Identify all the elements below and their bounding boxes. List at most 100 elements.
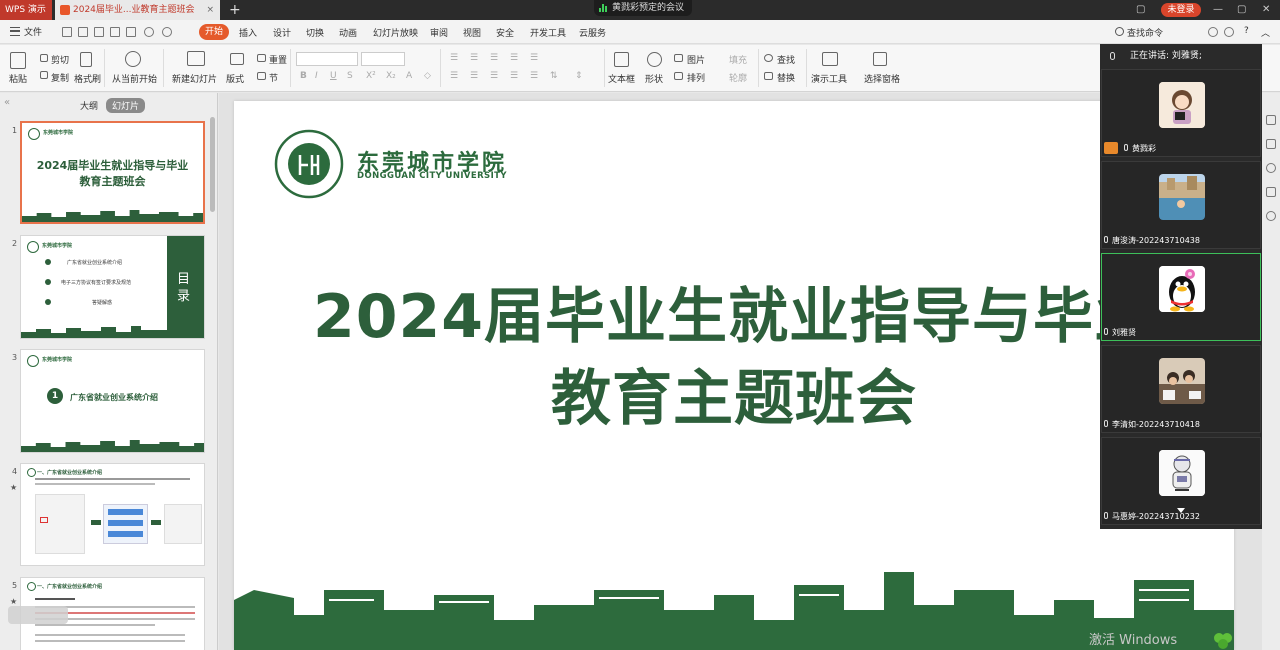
participant-tile[interactable]: 李清如-202243710418 [1101,345,1261,433]
shape-icon[interactable] [647,52,662,67]
tab-outline[interactable]: 大纲 [80,99,98,112]
slide-thumbnail[interactable]: 东莞城市学院 2024届毕业生就业指导与毕业 教育主题班会 [20,121,205,224]
format-painter-icon[interactable] [80,52,92,67]
new-slide-icon[interactable] [187,51,205,66]
collapse-panel-icon[interactable]: « [4,97,10,108]
tab-animations[interactable]: 动画 [339,26,357,39]
numbered-list-icon[interactable]: ☰ [470,53,478,63]
redo-icon[interactable] [162,27,172,37]
font-color-button[interactable]: A [406,71,412,81]
fill-button[interactable]: 填充 [729,53,747,66]
bullet-list-icon[interactable]: ☰ [450,53,458,63]
help-icon[interactable]: ? [1244,26,1249,36]
font-family-select[interactable] [296,52,358,66]
file-menu[interactable]: 文件 [24,25,42,38]
slide-thumbnail[interactable]: 东莞城市学院 广东省就业创业系统介绍 电子三方协议有签订要求及规范 答疑解惑 目… [20,235,205,339]
distribute-icon[interactable]: ☰ [530,71,538,81]
tab-review[interactable]: 审阅 [430,26,448,39]
object-properties-icon[interactable] [1266,139,1276,149]
search-commands[interactable]: 查找命令 [1115,26,1163,39]
text-box-icon[interactable] [614,52,629,67]
italic-button[interactable]: I [315,71,318,81]
menu-hamburger-icon[interactable] [10,27,20,36]
export-pdf-icon[interactable] [94,27,104,37]
print-preview-icon[interactable] [126,27,136,37]
maximize-icon[interactable]: ▢ [1237,3,1246,17]
participant-tile[interactable]: 唐浚涛-202243710438 [1101,161,1261,249]
slide-transition-icon[interactable] [1266,163,1276,173]
find-button[interactable]: 查找 [777,53,795,66]
tab-cloud-services[interactable]: 云服务 [579,26,606,39]
slide-thumbnail[interactable]: 东莞城市学院 1 广东省就业创业系统介绍 [20,349,205,453]
slide-thumbnail[interactable]: 一、广东省就业创业系统介绍 [20,463,205,566]
undo-icon[interactable] [144,27,154,37]
bold-button[interactable]: B [300,71,307,81]
participant-tile-active[interactable]: 刘雅贤 [1101,253,1261,341]
font-size-select[interactable] [361,52,405,66]
presentation-tools-icon[interactable] [822,52,838,66]
align-right-icon[interactable]: ☰ [490,71,498,81]
tab-transitions[interactable]: 切换 [306,26,324,39]
align-center-icon[interactable]: ☰ [470,71,478,81]
line-spacing-icon[interactable]: ☰ [530,53,538,63]
custom-animation-icon[interactable] [1266,187,1276,197]
settings-icon[interactable] [1224,27,1234,37]
from-current-button[interactable]: 从当前开始 [112,72,157,85]
animation-pane-icon[interactable] [1266,115,1276,125]
paste-icon[interactable] [10,52,26,69]
subscript-button[interactable]: X₂ [386,71,396,81]
close-tab-icon[interactable]: × [206,0,214,20]
outline-button[interactable]: 轮廓 [729,71,747,84]
outdent-icon[interactable]: ☰ [510,53,518,63]
indent-icon[interactable]: ☰ [490,53,498,63]
tab-home[interactable]: 开始 [199,24,229,40]
tab-view[interactable]: 视图 [463,26,481,39]
print-icon[interactable] [110,27,120,37]
underline-button[interactable]: U [330,71,337,81]
save-icon[interactable] [62,27,72,37]
play-from-current-icon[interactable] [125,51,141,67]
participant-tile[interactable]: 黄戮彩 [1101,69,1261,157]
history-icon[interactable] [1266,211,1276,221]
tab-design[interactable]: 设计 [273,26,291,39]
new-slide-button[interactable]: 新建幻灯片 [172,72,217,85]
open-icon[interactable] [78,27,88,37]
tab-slides[interactable]: 幻灯片 [106,98,146,113]
minimize-icon[interactable]: — [1213,3,1223,17]
new-tab-button[interactable]: + [229,0,241,20]
layout-button[interactable]: 版式 [226,72,244,85]
login-button[interactable]: 未登录 [1161,3,1201,17]
layout-icon[interactable] [230,53,244,65]
tab-slideshow[interactable]: 幻灯片放映 [373,26,418,39]
clear-format-icon[interactable]: ◇ [424,71,431,81]
copy-button[interactable]: 复制 [51,71,69,84]
presentation-tools-button[interactable]: 演示工具 [811,72,847,85]
text-align-icon[interactable]: ⇕ [575,71,583,81]
align-left-icon[interactable]: ☰ [450,71,458,81]
window-layout-icon[interactable]: ▢ [1136,3,1145,17]
document-tab[interactable]: 2024届毕业...业教育主题班会 × [55,0,220,20]
paste-button[interactable]: 粘贴 [9,72,27,85]
chevron-down-icon[interactable] [1177,508,1185,513]
replace-button[interactable]: 替换 [777,71,795,84]
close-icon[interactable]: ✕ [1262,3,1270,17]
panel-scrollbar[interactable] [210,117,215,212]
strikethrough-button[interactable]: S [347,71,353,81]
collapse-ribbon-icon[interactable]: ︿ [1261,26,1270,39]
select-pane-icon[interactable] [873,52,887,66]
tab-insert[interactable]: 插入 [239,26,257,39]
section-button[interactable]: 节 [269,71,278,84]
arrange-button[interactable]: 排列 [687,71,705,84]
wps-app-tab[interactable]: WPS 演示 [0,0,52,20]
shape-button[interactable]: 形状 [645,72,663,85]
meeting-indicator[interactable]: 黄戮彩预定的会议 [594,0,692,16]
sync-icon[interactable] [1208,27,1218,37]
tab-security[interactable]: 安全 [496,26,514,39]
text-box-button[interactable]: 文本框 [608,72,635,85]
current-slide[interactable]: 东莞城市学院 DONGGUAN CITY UNIVERSITY 2024届毕业生… [234,101,1234,650]
picture-button[interactable]: 图片 [687,53,705,66]
cut-button[interactable]: 剪切 [51,53,69,66]
reset-button[interactable]: 重置 [269,53,287,66]
tab-developer[interactable]: 开发工具 [530,26,566,39]
superscript-button[interactable]: X² [366,71,376,81]
